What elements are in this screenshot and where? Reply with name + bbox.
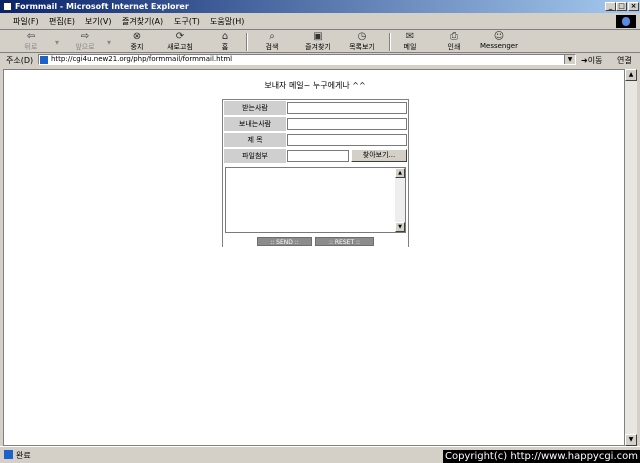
status-bar: 완료 Copyright(c) http://www.happycgi.com: [0, 446, 640, 463]
forward-button[interactable]: ⇨ 앞으로: [70, 31, 100, 52]
go-arrow-icon: ➜: [581, 56, 588, 65]
scroll-up-icon[interactable]: ▲: [395, 168, 405, 178]
to-input[interactable]: [287, 102, 407, 114]
stop-icon: ⊗: [132, 31, 142, 42]
forward-arrow-icon: ⇨: [80, 31, 90, 42]
button-row: :: SEND :: :: RESET ::: [223, 236, 408, 247]
search-icon: ⌕: [269, 31, 275, 42]
windows-logo-icon: [616, 15, 636, 28]
history-icon: ◷: [357, 31, 367, 42]
from-input[interactable]: [287, 118, 407, 130]
back-arrow-icon: ⇦: [26, 31, 36, 42]
attach-label: 파일첨부: [224, 149, 286, 163]
menu-view[interactable]: 보기(V): [85, 16, 111, 27]
back-button[interactable]: ⇦ 뒤로: [18, 31, 44, 52]
reset-button[interactable]: :: RESET ::: [315, 237, 374, 246]
menu-file[interactable]: 파일(F): [13, 16, 39, 27]
menu-edit[interactable]: 편집(E): [49, 16, 75, 27]
title-bar: Formmail - Microsoft Internet Explorer _…: [0, 0, 640, 13]
refresh-button[interactable]: ⟳ 새로고침: [162, 31, 198, 52]
history-button[interactable]: ◷ 목록보기: [344, 31, 380, 52]
printer-icon: ⎙: [450, 31, 458, 42]
home-icon: ⌂: [221, 31, 229, 42]
address-url: http://cgi4u.new21.org/php/formmail/form…: [51, 55, 233, 63]
home-button[interactable]: ⌂ 홈: [215, 31, 235, 52]
to-row: 받는사람: [224, 101, 409, 116]
go-button[interactable]: ➜이동: [581, 55, 602, 66]
menu-tools[interactable]: 도구(T): [174, 16, 200, 27]
menu-bar: 파일(F) 편집(E) 보기(V) 즐겨찾기(A) 도구(T) 도움말(H): [0, 13, 640, 30]
subject-label: 제 목: [224, 133, 286, 147]
mail-icon: ✉: [405, 31, 415, 42]
favorites-button[interactable]: ▣ 즐겨찾기: [300, 31, 336, 52]
page-done-icon: [4, 450, 13, 459]
copyright-overlay: Copyright(c) http://www.happycgi.com: [442, 450, 640, 463]
back-dropdown-icon[interactable]: ▾: [55, 38, 59, 47]
page-content: 보내자 메일~ 누구에게나 ^^ 받는사람 보내는사람 제 목 파일첨부 찾아보…: [3, 69, 625, 446]
browse-button[interactable]: 찾아보기...: [351, 149, 407, 162]
page-scrollbar[interactable]: ▲ ▼: [625, 69, 637, 446]
scroll-up-icon[interactable]: ▲: [625, 69, 637, 81]
links-button[interactable]: 연결: [617, 55, 632, 66]
close-button[interactable]: ×: [628, 2, 639, 11]
search-button[interactable]: ⌕ 검색: [258, 31, 286, 52]
status-text: 완료: [16, 451, 31, 460]
from-row: 보내는사람: [224, 117, 409, 132]
from-label: 보내는사람: [224, 117, 286, 131]
maximize-button[interactable]: □: [616, 2, 627, 11]
refresh-icon: ⟳: [175, 31, 185, 42]
scroll-down-icon[interactable]: ▼: [395, 222, 405, 232]
address-bar: 주소(D) http://cgi4u.new21.org/php/formmai…: [0, 53, 640, 67]
address-label: 주소(D): [6, 56, 34, 65]
send-button[interactable]: :: SEND ::: [257, 237, 312, 246]
ie-app-icon: [3, 2, 12, 11]
mail-form: 받는사람 보내는사람 제 목 파일첨부 찾아보기... ▲ ▼ :: SEND …: [222, 99, 409, 247]
mail-button[interactable]: ✉ 메일: [398, 31, 422, 52]
forward-dropdown-icon[interactable]: ▾: [107, 38, 111, 47]
toolbar-separator: [246, 33, 248, 51]
page-icon: [40, 56, 48, 64]
textarea-scrollbar[interactable]: ▲ ▼: [395, 168, 405, 232]
toolbar-separator: [389, 33, 391, 51]
to-label: 받는사람: [224, 101, 286, 115]
favorites-icon: ▣: [313, 31, 323, 42]
window-title: Formmail - Microsoft Internet Explorer: [15, 2, 189, 11]
print-button[interactable]: ⎙ 인쇄: [443, 31, 465, 52]
menu-help[interactable]: 도움말(H): [210, 16, 244, 27]
page-heading: 보내자 메일~ 누구에게나 ^^: [264, 81, 366, 90]
message-textarea[interactable]: ▲ ▼: [225, 167, 406, 233]
attach-row: 파일첨부 찾아보기...: [224, 149, 409, 164]
toolbar: ⇦ 뒤로 ▾ ⇨ 앞으로 ▾ ⊗ 중지 ⟳ 새로고침 ⌂ 홈 ⌕ 검색 ▣ 즐겨…: [0, 30, 640, 53]
messenger-icon: ☺: [493, 31, 505, 42]
messenger-button[interactable]: ☺ Messenger: [476, 31, 522, 52]
scroll-down-icon[interactable]: ▼: [625, 434, 637, 446]
subject-row: 제 목: [224, 133, 409, 148]
address-dropdown-button[interactable]: ▼: [564, 55, 575, 64]
address-input[interactable]: http://cgi4u.new21.org/php/formmail/form…: [38, 54, 576, 65]
subject-input[interactable]: [287, 134, 407, 146]
menu-favorites[interactable]: 즐겨찾기(A): [122, 16, 163, 27]
attach-input[interactable]: [287, 150, 349, 162]
minimize-button[interactable]: _: [605, 2, 616, 11]
stop-button[interactable]: ⊗ 중지: [124, 31, 150, 52]
